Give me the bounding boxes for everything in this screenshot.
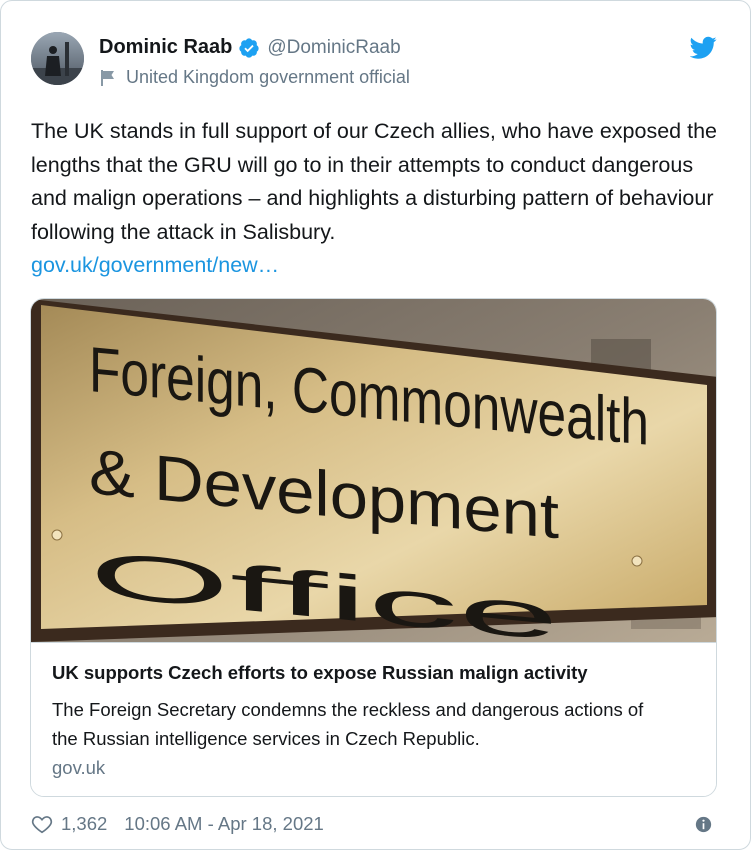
- card-image: Foreign, Commonwealth & Development Offi…: [31, 299, 716, 642]
- avatar-image: [31, 32, 84, 85]
- tweet-footer: 1,362 10:06 AM - Apr 18, 2021: [31, 813, 324, 835]
- government-label: United Kingdom government official: [99, 67, 410, 88]
- card-description: The Foreign Secretary condemns the reckl…: [52, 699, 644, 749]
- card-body: UK supports Czech efforts to expose Russ…: [31, 642, 716, 796]
- tweet-body: The UK stands in full support of our Cze…: [31, 115, 721, 283]
- tweet-text: The UK stands in full support of our Cze…: [31, 119, 717, 244]
- tweet-link[interactable]: gov.uk/government/new…: [31, 249, 721, 283]
- verified-badge-icon: [238, 37, 260, 59]
- embedded-tweet: Dominic Raab @DominicRaab United Kingdom…: [0, 0, 751, 850]
- government-flag-icon: [99, 69, 117, 87]
- link-preview-card[interactable]: Foreign, Commonwealth & Development Offi…: [30, 298, 717, 797]
- author-avatar[interactable]: [31, 32, 84, 85]
- heart-icon[interactable]: [31, 813, 53, 835]
- government-label-text: United Kingdom government official: [126, 67, 410, 87]
- card-domain: gov.uk: [52, 757, 106, 778]
- card-title: UK supports Czech efforts to expose Russ…: [52, 662, 588, 683]
- twitter-bird-icon[interactable]: [689, 36, 717, 60]
- tweet-timestamp[interactable]: 10:06 AM - Apr 18, 2021: [124, 813, 324, 835]
- info-icon[interactable]: [695, 816, 712, 833]
- author-name-row: Dominic Raab @DominicRaab: [99, 36, 401, 59]
- author-handle[interactable]: @DominicRaab: [267, 37, 400, 59]
- like-count[interactable]: 1,362: [61, 813, 107, 835]
- author-display-name[interactable]: Dominic Raab: [99, 36, 232, 59]
